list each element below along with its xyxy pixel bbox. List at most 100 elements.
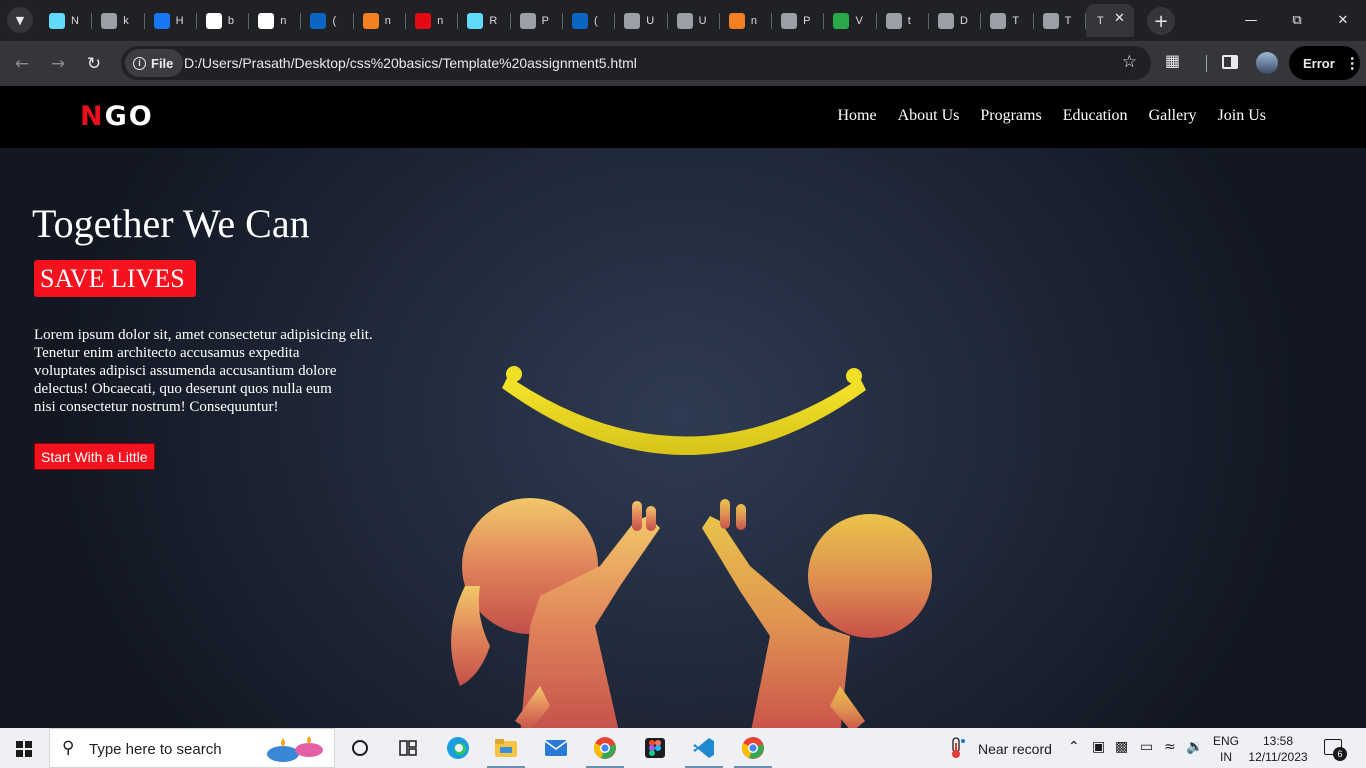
- windows-start-icon[interactable]: [16, 741, 32, 757]
- react-icon: [101, 12, 118, 29]
- file-explorer-icon[interactable]: [494, 736, 518, 760]
- browser-tab[interactable]: n: [720, 4, 773, 37]
- globe-icon: [1042, 12, 1059, 29]
- browser-tab[interactable]: V: [824, 4, 878, 37]
- new-tab-button[interactable]: +: [1147, 7, 1175, 35]
- nav-link-about-us[interactable]: About Us: [898, 107, 960, 125]
- site-info-chip[interactable]: i File: [125, 49, 184, 77]
- browser-toolbar: ← → ↻ i File D:/Users/Prasath/Desktop/cs…: [0, 41, 1366, 86]
- cortana-icon[interactable]: [348, 736, 372, 760]
- hero-badge: SAVE LIVES: [34, 260, 196, 297]
- browser-tab[interactable]: U: [615, 4, 668, 37]
- nav-link-programs[interactable]: Programs: [980, 107, 1041, 125]
- browser-tab[interactable]: R: [458, 4, 511, 37]
- url-text[interactable]: D:/Users/Prasath/Desktop/css%20basics/Te…: [184, 55, 637, 71]
- weather-text[interactable]: Near record: [978, 741, 1052, 757]
- browser-tab[interactable]: n: [354, 4, 407, 37]
- browser-tab[interactable]: U: [668, 4, 721, 37]
- site-logo[interactable]: NGO: [80, 101, 154, 132]
- system-clock[interactable]: 13:58 12/11/2023: [1248, 733, 1308, 765]
- tab-title: n: [384, 14, 391, 27]
- browser-tab[interactable]: D: [929, 4, 982, 37]
- browser-tab[interactable]: T: [1034, 4, 1087, 37]
- browser-tab[interactable]: T: [981, 4, 1034, 37]
- start-with-a-little-button[interactable]: Start With a Little: [34, 443, 155, 470]
- browser-tab[interactable]: n: [249, 4, 302, 37]
- extensions-puzzle-icon[interactable]: ▦: [1165, 51, 1180, 70]
- close-window-button[interactable]: ✕: [1320, 0, 1366, 41]
- address-bar[interactable]: i File D:/Users/Prasath/Desktop/css%20ba…: [121, 46, 1151, 80]
- tab-title: T: [1064, 14, 1072, 27]
- battery-icon[interactable]: ▭: [1140, 739, 1153, 755]
- back-button[interactable]: ←: [8, 50, 36, 78]
- hero-description: Lorem ipsum dolor sit, amet consectetur …: [34, 326, 404, 416]
- girl-silhouette: [451, 498, 660, 728]
- tab-title: D: [960, 14, 968, 27]
- tab-title: U: [646, 14, 655, 27]
- nav-link-home[interactable]: Home: [837, 107, 876, 125]
- vscode-icon[interactable]: [692, 736, 716, 760]
- browser-tab[interactable]: b: [197, 4, 250, 37]
- globe-icon: [990, 12, 1007, 29]
- github-icon: [781, 12, 798, 29]
- security-icon[interactable]: ▩: [1115, 739, 1128, 755]
- chrome-profile-icon[interactable]: [741, 736, 765, 760]
- tab-title: n: [437, 14, 444, 27]
- stackoverflow-icon: [728, 12, 745, 29]
- browser-tab[interactable]: (: [563, 4, 616, 37]
- browser-tab[interactable]: H: [145, 4, 198, 37]
- wifi-icon[interactable]: ≈: [1164, 739, 1176, 755]
- task-view-icon[interactable]: [396, 736, 420, 760]
- close-icon: ✕: [1337, 13, 1349, 28]
- forward-button[interactable]: →: [44, 50, 72, 78]
- close-tab-icon[interactable]: ✕: [1114, 11, 1125, 26]
- edge-browser-icon[interactable]: [446, 736, 470, 760]
- chevron-up-icon[interactable]: ⌃: [1068, 739, 1080, 755]
- error-button[interactable]: Error ⋮: [1289, 46, 1360, 80]
- nav-link-join-us[interactable]: Join Us: [1218, 107, 1266, 125]
- linkedin-icon: [571, 12, 588, 29]
- browser-tab[interactable]: k: [92, 4, 145, 37]
- w-icon: [833, 12, 850, 29]
- globe-icon: [885, 12, 902, 29]
- browser-tab[interactable]: N: [40, 4, 93, 37]
- browser-tab[interactable]: n: [406, 4, 459, 37]
- minimize-button[interactable]: —: [1228, 0, 1274, 41]
- tab-title: (: [593, 14, 598, 27]
- tab-title: T: [1096, 14, 1104, 27]
- tab-title: P: [541, 14, 550, 27]
- restore-button[interactable]: ⧉: [1274, 0, 1320, 41]
- side-panel-icon[interactable]: [1222, 55, 1238, 69]
- plus-icon: +: [1153, 10, 1169, 32]
- meet-now-icon[interactable]: ▣: [1092, 739, 1105, 755]
- nav-link-education[interactable]: Education: [1063, 107, 1128, 125]
- figma-icon[interactable]: [643, 736, 667, 760]
- logo-letter-n: N: [80, 101, 105, 132]
- mail-icon[interactable]: [544, 736, 568, 760]
- browser-tab[interactable]: t: [877, 4, 930, 37]
- browser-tab[interactable]: (: [301, 4, 355, 37]
- hero-line: Lorem ipsum dolor sit, amet consectetur …: [34, 327, 373, 343]
- volume-icon[interactable]: 🔉: [1186, 739, 1203, 755]
- arrow-right-icon: →: [50, 54, 66, 74]
- taskbar-search-box[interactable]: ⚲ Type here to search: [49, 728, 335, 768]
- smile-shape: [502, 376, 866, 456]
- browser-tab[interactable]: P: [511, 4, 564, 37]
- nav-link-gallery[interactable]: Gallery: [1149, 107, 1197, 125]
- tab-title: n: [750, 14, 757, 27]
- reload-button[interactable]: ↻: [80, 50, 108, 78]
- arrow-left-icon: ←: [14, 54, 30, 74]
- chrome-icon[interactable]: [593, 736, 617, 760]
- tab-title: N: [71, 14, 79, 27]
- children-smile-illustration: [451, 366, 932, 728]
- tab-search-button[interactable]: ▼: [7, 7, 33, 33]
- language-indicator[interactable]: ENG IN: [1213, 733, 1239, 765]
- bookmark-star-icon[interactable]: ☆: [1122, 52, 1137, 72]
- google-icon: [205, 12, 222, 29]
- boy-silhouette: [702, 499, 932, 728]
- tab-title: k: [123, 14, 129, 27]
- browser-tab-active[interactable]: T ✕: [1085, 4, 1134, 37]
- browser-tab[interactable]: P: [772, 4, 825, 37]
- profile-avatar[interactable]: [1256, 52, 1278, 74]
- thermometer-icon[interactable]: [948, 737, 966, 759]
